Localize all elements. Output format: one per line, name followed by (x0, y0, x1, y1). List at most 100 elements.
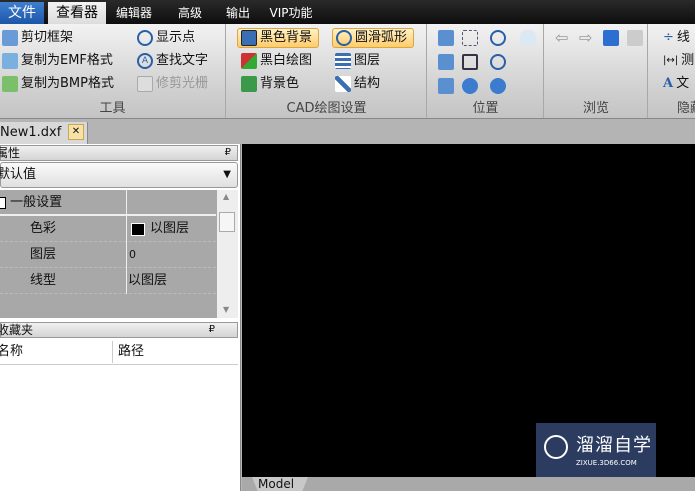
tab-advanced[interactable]: 高级 (170, 2, 210, 24)
property-name: 图层 (30, 247, 57, 262)
column-path[interactable]: 路径 (118, 341, 144, 363)
globe-icon[interactable] (490, 78, 506, 94)
properties-dropdown[interactable]: 默认值 ▼ (0, 162, 238, 188)
label: 测 (681, 53, 695, 68)
trim-raster-button[interactable]: 修剪光栅 (137, 74, 208, 94)
bmp-icon (2, 76, 18, 92)
collapse-icon[interactable] (0, 196, 6, 209)
group-hide: ÷线 |↔|测 A文 隐藏 (649, 24, 695, 118)
favorites-header: 收藏夹 ₽ (0, 322, 238, 338)
copy-emf-button[interactable]: 复制为EMF格式 (2, 51, 113, 71)
copy-bmp-button[interactable]: 复制为BMP格式 (2, 74, 114, 94)
label: 修剪光栅 (156, 76, 209, 91)
label: 圆滑弧形 (355, 30, 408, 45)
arc-icon (336, 30, 352, 46)
tab-model[interactable]: Model (252, 477, 308, 491)
copy-view-icon[interactable] (627, 30, 643, 46)
fullscreen-icon[interactable] (462, 54, 478, 70)
background-color-button[interactable]: 背景色 (241, 74, 299, 94)
bw-drawing-button[interactable]: 黑白绘图 (241, 51, 312, 71)
label: 复制为BMP格式 (21, 76, 114, 91)
label: 文 (676, 76, 690, 91)
group-label: 隐藏 (677, 101, 695, 116)
property-value: 0 (129, 248, 136, 261)
text-icon: A (663, 76, 674, 91)
file-menu[interactable]: 文件 (0, 2, 44, 24)
label: 线 (676, 30, 690, 45)
zoom-window-icon[interactable] (462, 30, 478, 46)
tab-editor[interactable]: 编辑器 (110, 2, 158, 24)
group-label: 浏览 (582, 101, 609, 116)
drawing-canvas[interactable]: 溜溜自学 ZIXUE.3D66.COM (242, 144, 695, 477)
pin-icon[interactable]: ₽ (225, 146, 231, 160)
line-icon: ÷ (663, 30, 674, 45)
panel-title: 属性 (0, 146, 21, 160)
label: 结构 (354, 76, 381, 91)
property-grid: 一般设置 色彩 以图层 图层 0 线型 以图层 ▲ ▼ (0, 190, 238, 318)
properties-header: 属性 ₽ (0, 145, 238, 161)
layout-tabs: Model (242, 477, 695, 491)
property-row[interactable]: 线型 以图层 (0, 268, 216, 294)
label: 显示点 (156, 30, 196, 45)
property-value: 以图层 (150, 221, 190, 236)
layers-icon (335, 53, 351, 69)
emf-icon (2, 53, 18, 69)
label: 图层 (354, 53, 381, 68)
tab-output[interactable]: 输出 (218, 2, 258, 24)
black-background-button[interactable]: 黑色背景 (237, 28, 320, 48)
clip-frame-button[interactable]: 剪切框架 (2, 28, 73, 48)
property-value: 以图层 (128, 273, 168, 288)
pan-hand-icon[interactable] (520, 30, 536, 46)
tab-viewer[interactable]: 查看器 (48, 2, 106, 24)
pin-icon[interactable]: ₽ (209, 323, 215, 337)
zoom-previous-icon[interactable] (462, 78, 478, 94)
target-icon (137, 30, 153, 46)
favorites-columns: 名称 路径 (0, 341, 238, 365)
scrollbar[interactable]: ▲ ▼ (217, 190, 238, 318)
hide-lines-button[interactable]: ÷ 线 (663, 28, 690, 48)
smooth-arc-button[interactable]: 圆滑弧形 (332, 28, 415, 48)
back-arrow-icon[interactable]: ⇦ (555, 28, 568, 47)
chevron-down-icon: ▼ (223, 169, 231, 180)
label: 黑色背景 (260, 30, 313, 45)
layers-button[interactable]: 图层 (335, 51, 380, 71)
property-row[interactable]: 色彩 以图层 (0, 216, 216, 242)
zoom-out-icon[interactable] (490, 54, 506, 70)
structure-button[interactable]: 结构 (335, 74, 380, 94)
show-points-button[interactable]: 显示点 (137, 28, 195, 48)
move-icon[interactable] (438, 30, 454, 46)
refresh-icon[interactable] (603, 30, 619, 46)
group-label: CAD绘图设置 (286, 101, 367, 116)
scrollbar-thumb[interactable] (219, 212, 235, 232)
column-name[interactable]: 名称 (0, 341, 23, 363)
section-label: 一般设置 (10, 195, 63, 210)
left-panel: 属性 ₽ 默认值 ▼ 一般设置 色彩 以图层 图层 0 线型 以图层 ▲ ▼ 收藏夹 ₽ 名… (0, 144, 241, 491)
measure-icon: |↔| (663, 55, 679, 66)
column-divider (126, 190, 127, 294)
raster-icon (137, 76, 153, 92)
find-text-button[interactable]: A 查找文字 (137, 51, 208, 71)
color-swatch (131, 223, 145, 236)
label: 剪切框架 (21, 30, 74, 45)
property-row[interactable]: 图层 0 (0, 242, 216, 268)
hide-measure-button[interactable]: |↔| 测 (663, 51, 694, 71)
watermark-url: ZIXUE.3D66.COM (576, 459, 637, 467)
bw-icon (241, 53, 257, 69)
section-row[interactable]: 一般设置 (0, 190, 216, 216)
hide-text-button[interactable]: A文 (663, 74, 689, 94)
group-label: 工具 (99, 101, 126, 116)
close-icon[interactable]: ✕ (68, 124, 84, 140)
play-icon (544, 435, 568, 459)
menu-bar: 文件 查看器 编辑器 高级 输出 VIP功能 (0, 0, 695, 24)
fit-icon[interactable] (438, 54, 454, 70)
doc-tab-new1[interactable]: New1.dxf ✕ (0, 122, 88, 144)
property-name: 线型 (30, 273, 57, 288)
zoom-in-icon[interactable] (490, 30, 506, 46)
forward-arrow-icon[interactable]: ⇨ (579, 28, 592, 47)
group-browse: ⇦ ⇨ 浏览 (545, 24, 648, 118)
tab-vip[interactable]: VIP功能 (266, 2, 316, 24)
document-tabs: New1.dxf ✕ (0, 118, 695, 144)
rotate-3d-icon[interactable] (438, 78, 454, 94)
structure-icon (335, 76, 351, 92)
clip-icon (2, 30, 18, 46)
